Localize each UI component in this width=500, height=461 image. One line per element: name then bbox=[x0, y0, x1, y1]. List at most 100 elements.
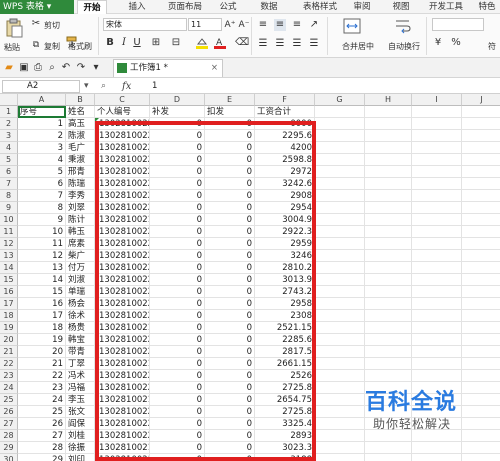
table-cell[interactable]: 3023.3 bbox=[255, 442, 315, 454]
empty-cell[interactable] bbox=[412, 166, 462, 178]
empty-cell[interactable] bbox=[315, 238, 365, 250]
empty-cell[interactable] bbox=[462, 142, 500, 154]
empty-cell[interactable] bbox=[365, 442, 412, 454]
table-cell[interactable]: 0 bbox=[205, 454, 255, 461]
table-cell[interactable]: 0 bbox=[205, 190, 255, 202]
empty-cell[interactable] bbox=[315, 106, 365, 118]
empty-cell[interactable] bbox=[365, 370, 412, 382]
table-cell[interactable]: 徐术 bbox=[66, 310, 95, 322]
empty-cell[interactable] bbox=[315, 214, 365, 226]
table-cell[interactable]: 陈瑞 bbox=[66, 178, 95, 190]
table-cell[interactable]: 高玉 bbox=[66, 118, 95, 130]
empty-cell[interactable] bbox=[462, 106, 500, 118]
empty-cell[interactable] bbox=[412, 250, 462, 262]
row-header[interactable]: 2 bbox=[0, 118, 18, 130]
table-cell[interactable]: 0 bbox=[150, 430, 205, 442]
table-cell[interactable]: 0 bbox=[205, 406, 255, 418]
table-cell[interactable]: 28 bbox=[18, 442, 66, 454]
table-cell[interactable]: 0 bbox=[205, 142, 255, 154]
table-cell[interactable]: 刘淑 bbox=[66, 274, 95, 286]
table-cell[interactable]: 毛广 bbox=[66, 142, 95, 154]
column-header-b[interactable]: B bbox=[66, 94, 95, 106]
row-header[interactable]: 28 bbox=[0, 430, 18, 442]
table-cell[interactable]: 0 bbox=[150, 262, 205, 274]
table-cell[interactable]: 1302810021 bbox=[95, 214, 150, 226]
header-cell[interactable]: 补发 bbox=[150, 106, 205, 118]
table-cell[interactable]: 1302810022 bbox=[95, 334, 150, 346]
table-cell[interactable]: 0 bbox=[150, 142, 205, 154]
table-cell[interactable]: 邢青 bbox=[66, 166, 95, 178]
row-header[interactable]: 21 bbox=[0, 346, 18, 358]
column-header-e[interactable]: E bbox=[205, 94, 255, 106]
table-cell[interactable]: 23 bbox=[18, 382, 66, 394]
row-header[interactable]: 12 bbox=[0, 238, 18, 250]
table-cell[interactable]: 1302810022 bbox=[95, 154, 150, 166]
empty-cell[interactable] bbox=[365, 166, 412, 178]
currency-icon[interactable]: ¥ bbox=[432, 37, 444, 49]
table-cell[interactable]: 0 bbox=[150, 202, 205, 214]
table-cell[interactable]: 0 bbox=[150, 166, 205, 178]
merge-center-button[interactable]: 合并居中 bbox=[342, 41, 374, 52]
font-shrink-icon[interactable]: A⁻ bbox=[238, 19, 250, 31]
tab-home[interactable]: 开始 bbox=[77, 0, 107, 14]
table-cell[interactable]: 刘翠 bbox=[66, 202, 95, 214]
merge-icon[interactable]: ⊟ bbox=[170, 37, 182, 49]
table-cell[interactable]: 3013.9 bbox=[255, 274, 315, 286]
table-cell[interactable]: 韩玉 bbox=[66, 226, 95, 238]
row-header[interactable]: 16 bbox=[0, 286, 18, 298]
table-cell[interactable]: 刘印 bbox=[66, 454, 95, 461]
table-cell[interactable]: 0 bbox=[150, 274, 205, 286]
table-cell[interactable]: 0 bbox=[205, 202, 255, 214]
row-header[interactable]: 23 bbox=[0, 370, 18, 382]
table-cell[interactable]: 0 bbox=[150, 286, 205, 298]
empty-cell[interactable] bbox=[315, 346, 365, 358]
table-cell[interactable]: 17 bbox=[18, 310, 66, 322]
empty-cell[interactable] bbox=[462, 262, 500, 274]
table-cell[interactable]: 阎保 bbox=[66, 418, 95, 430]
more-icon[interactable]: ▾ bbox=[90, 62, 102, 74]
empty-cell[interactable] bbox=[412, 142, 462, 154]
empty-cell[interactable] bbox=[315, 322, 365, 334]
empty-cell[interactable] bbox=[412, 286, 462, 298]
table-cell[interactable]: 1302810022 bbox=[95, 130, 150, 142]
table-cell[interactable]: 29 bbox=[18, 454, 66, 461]
scissors-icon[interactable]: ✂ bbox=[30, 18, 42, 30]
column-header-c[interactable]: C bbox=[95, 94, 150, 106]
table-cell[interactable]: 1302810022 bbox=[95, 430, 150, 442]
table-cell[interactable]: 2308 bbox=[255, 310, 315, 322]
empty-cell[interactable] bbox=[365, 154, 412, 166]
table-cell[interactable]: 1302810022 bbox=[95, 274, 150, 286]
ribbon-right-label[interactable]: 符 bbox=[488, 41, 496, 52]
table-cell[interactable]: 韩宝 bbox=[66, 334, 95, 346]
table-cell[interactable]: 0 bbox=[205, 394, 255, 406]
table-cell[interactable]: 3004.9 bbox=[255, 214, 315, 226]
empty-cell[interactable] bbox=[365, 310, 412, 322]
table-cell[interactable]: 2285.6 bbox=[255, 334, 315, 346]
table-cell[interactable]: 26 bbox=[18, 418, 66, 430]
table-cell[interactable]: 0 bbox=[150, 346, 205, 358]
paste-icon[interactable] bbox=[4, 18, 24, 38]
table-cell[interactable]: 2958 bbox=[255, 298, 315, 310]
tab-page-layout[interactable]: 页面布局 bbox=[160, 0, 210, 14]
table-cell[interactable]: 0 bbox=[205, 238, 255, 250]
formula-input[interactable]: 1 bbox=[152, 79, 157, 94]
tab-data[interactable]: 数据 bbox=[254, 0, 284, 14]
row-header[interactable]: 17 bbox=[0, 298, 18, 310]
empty-cell[interactable] bbox=[462, 370, 500, 382]
table-cell[interactable]: 2654.75 bbox=[255, 394, 315, 406]
empty-cell[interactable] bbox=[462, 118, 500, 130]
empty-cell[interactable] bbox=[365, 226, 412, 238]
table-cell[interactable]: 6 bbox=[18, 178, 66, 190]
table-cell[interactable]: 2810.2 bbox=[255, 262, 315, 274]
header-cell[interactable]: 个人编号 bbox=[95, 106, 150, 118]
table-cell[interactable]: 杨会 bbox=[66, 298, 95, 310]
empty-cell[interactable] bbox=[315, 454, 365, 461]
table-cell[interactable]: 0 bbox=[150, 310, 205, 322]
table-cell[interactable]: 2817.5 bbox=[255, 346, 315, 358]
table-cell[interactable]: 3325.4 bbox=[255, 418, 315, 430]
row-header[interactable]: 4 bbox=[0, 142, 18, 154]
table-cell[interactable]: 5 bbox=[18, 166, 66, 178]
column-header-j[interactable]: J bbox=[462, 94, 500, 106]
copy-button[interactable]: 复制 bbox=[44, 41, 60, 52]
table-cell[interactable]: 2959 bbox=[255, 238, 315, 250]
